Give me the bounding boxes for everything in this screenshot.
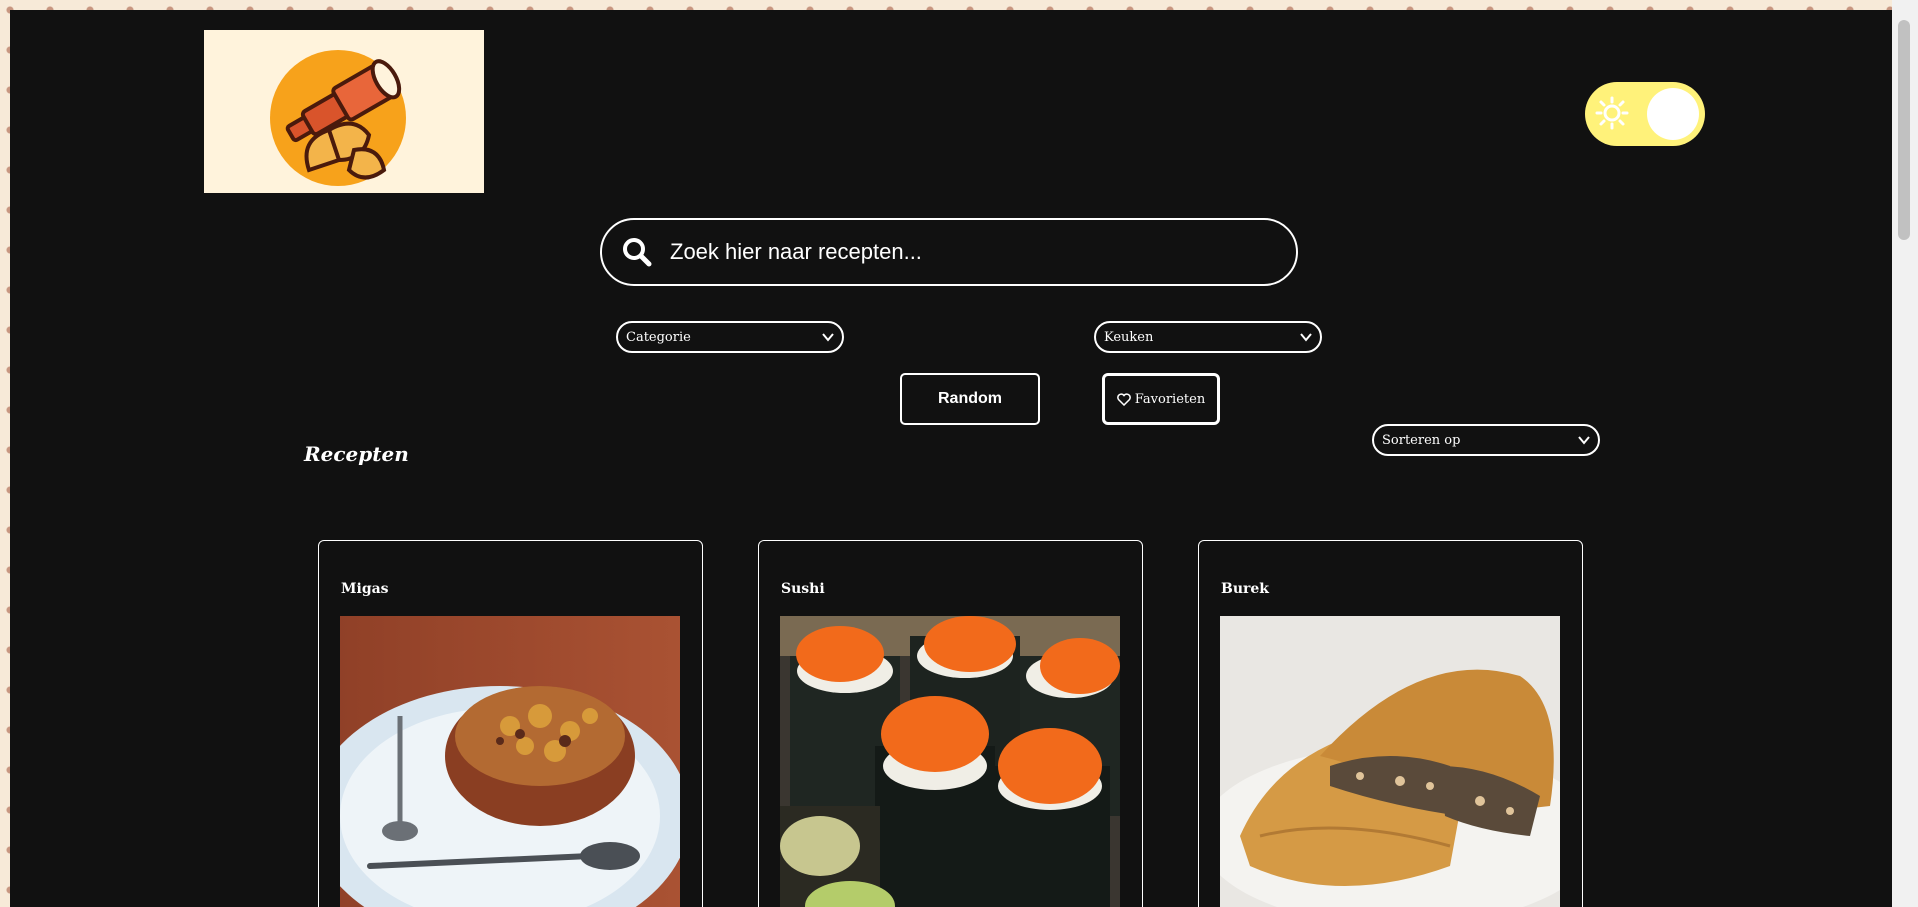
telescope-croissant-logo: [270, 50, 406, 186]
search-icon: [623, 238, 652, 267]
recipe-title: Sushi: [781, 581, 825, 597]
heart-icon: [1116, 392, 1131, 406]
recipe-title: Migas: [341, 581, 389, 597]
migas-photo: [340, 616, 680, 907]
recipe-card[interactable]: Migas: [318, 540, 703, 907]
recipe-title: Burek: [1221, 581, 1269, 597]
sushi-photo: [780, 616, 1120, 907]
app-container: Categorie Keuken Random Favorieten Sorte…: [10, 10, 1892, 907]
scrollbar-thumb[interactable]: [1898, 20, 1910, 240]
burek-photo: [1220, 616, 1560, 907]
page-scrollbar[interactable]: [1892, 0, 1918, 907]
favorites-button-label: Favorieten: [1134, 391, 1206, 407]
category-select[interactable]: Categorie: [616, 321, 844, 353]
recipe-image[interactable]: [780, 616, 1120, 907]
recipe-card[interactable]: Sushi: [758, 540, 1143, 907]
site-logo[interactable]: [204, 30, 484, 193]
theme-toggle[interactable]: [1585, 82, 1705, 146]
recipe-image[interactable]: [1220, 616, 1560, 907]
search-input[interactable]: [668, 238, 1232, 266]
cuisine-select-label: Keuken: [1104, 329, 1154, 345]
chevron-down-icon: [822, 333, 834, 342]
chevron-down-icon: [1578, 436, 1590, 445]
toggle-knob: [1647, 88, 1699, 140]
section-title: Recepten: [304, 442, 409, 466]
cuisine-select[interactable]: Keuken: [1094, 321, 1322, 353]
category-select-label: Categorie: [626, 329, 691, 345]
random-button-label: Random: [938, 390, 1002, 407]
random-button[interactable]: Random: [900, 373, 1040, 425]
search-bar[interactable]: [600, 218, 1298, 286]
favorites-button[interactable]: Favorieten: [1102, 373, 1220, 425]
sort-select[interactable]: Sorteren op: [1372, 424, 1600, 456]
recipe-card[interactable]: Burek: [1198, 540, 1583, 907]
sort-select-label: Sorteren op: [1382, 432, 1461, 448]
recipe-image[interactable]: [340, 616, 680, 907]
sun-icon: [1595, 96, 1629, 130]
chevron-down-icon: [1300, 333, 1312, 342]
